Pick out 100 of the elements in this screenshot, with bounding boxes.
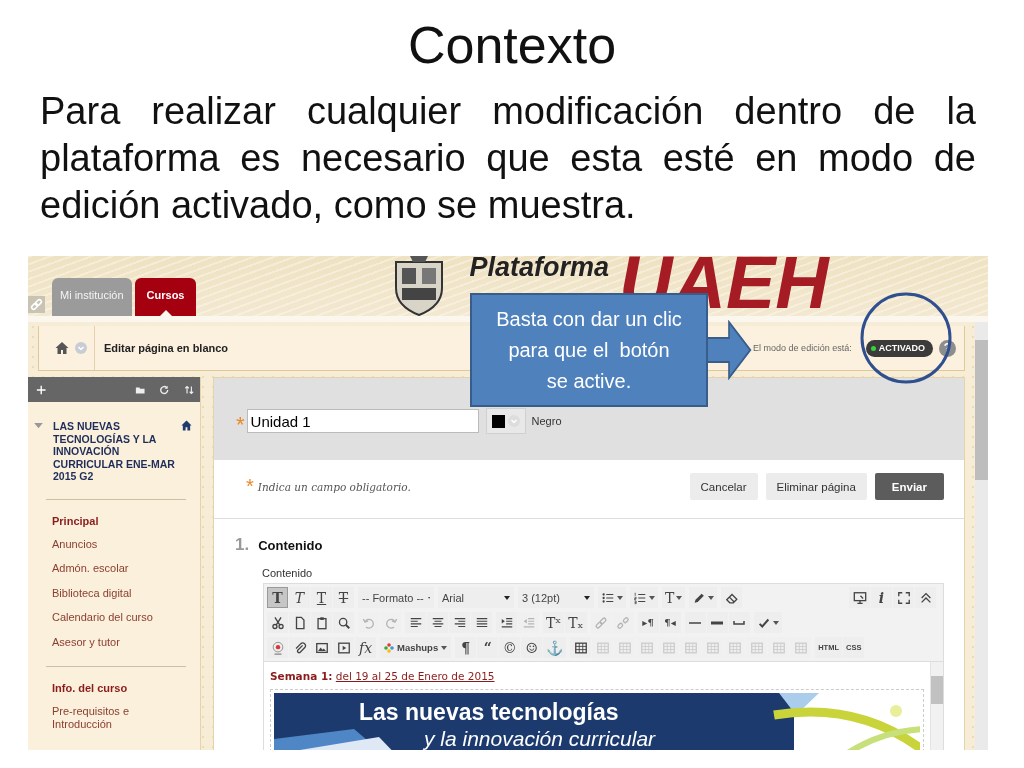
toolbar-button[interactable]: fx: [355, 637, 376, 658]
toolbar-button[interactable]: ¶: [455, 637, 477, 658]
date-link[interactable]: del 19 al 25 de Enero de 2015: [335, 670, 495, 682]
toolbar-button[interactable]: [311, 637, 332, 658]
search-icon: [336, 615, 351, 630]
grid-icon: [771, 640, 786, 655]
toolbar-button[interactable]: ©: [499, 637, 521, 658]
dropdown[interactable]: Arial: [438, 587, 514, 608]
toolbar-button[interactable]: [706, 612, 728, 633]
toolbar-button[interactable]: [721, 587, 743, 608]
plus-icon[interactable]: [36, 383, 47, 396]
toolbar-button[interactable]: [598, 587, 626, 608]
toolbar-button[interactable]: T: [289, 587, 310, 608]
required-mark: *: [246, 475, 254, 498]
toolbar-button[interactable]: [471, 612, 492, 633]
sidebar-link[interactable]: Admón. escolar: [52, 556, 172, 581]
dropdown[interactable]: 3 (12pt): [518, 587, 594, 608]
toolbar-button[interactable]: T: [333, 587, 354, 608]
dropdown[interactable]: Mashups: [380, 637, 452, 658]
align-center-icon: [430, 615, 445, 630]
toolbar-button[interactable]: “: [477, 637, 499, 658]
form-button[interactable]: Cancelar: [689, 473, 758, 500]
dropdown[interactable]: -- Formato --: [358, 587, 434, 608]
slide-paragraph: Para realizar cualquier modificación dentro de la plataforma es necesario que esta esté en modo de edición activado, como se muestra.: [40, 89, 976, 228]
bullet-list-icon: [601, 590, 615, 605]
form-button[interactable]: Eliminar página: [765, 473, 867, 500]
step-number: 1.: [235, 535, 250, 555]
scrollbar[interactable]: [975, 322, 988, 750]
toolbar-button[interactable]: [267, 637, 288, 658]
sidebar-link[interactable]: Pre-requisitos e Introducción: [52, 699, 172, 736]
toolbar-button[interactable]: [893, 587, 914, 608]
home-icon[interactable]: [55, 341, 69, 355]
refresh-icon[interactable]: [159, 383, 170, 396]
grid-icon: [727, 640, 742, 655]
toolbar-button[interactable]: [449, 612, 470, 633]
tab[interactable]: Cursos: [134, 278, 197, 316]
sidebar-link[interactable]: Anuncios: [52, 531, 172, 556]
toolbar-button[interactable]: [728, 612, 750, 633]
toolbar-button[interactable]: [333, 637, 354, 658]
title-field[interactable]: Unidad 1: [246, 409, 479, 433]
sidebar-link[interactable]: Biblioteca digital: [52, 580, 172, 605]
sidebar-link[interactable]: Calendario del curso: [52, 605, 172, 630]
slide-title: Contexto: [406, 15, 618, 76]
toolbar-button[interactable]: [570, 637, 592, 658]
step-title: Contenido: [258, 538, 323, 553]
thick-line-icon: [711, 620, 724, 625]
required-mark: *: [236, 412, 245, 438]
fullscreen-icon: [896, 590, 911, 605]
toolbar-button[interactable]: [630, 587, 658, 608]
toolbar-button[interactable]: T: [267, 587, 288, 608]
toolbar-button[interactable]: [753, 612, 782, 633]
outdent-icon: [521, 615, 536, 630]
toolbar-button[interactable]: [684, 612, 706, 633]
toolbar-button[interactable]: ⚓: [543, 637, 567, 658]
toolbar-button[interactable]: ☺: [521, 637, 543, 658]
sort-icon[interactable]: [183, 383, 194, 396]
grid-icon: [639, 640, 654, 655]
grid-icon: [793, 640, 808, 655]
toolbar-button[interactable]: T: [311, 587, 332, 608]
toolbar-button[interactable]: [267, 612, 288, 633]
color-name: Negro: [531, 415, 562, 427]
toolbar-button[interactable]: ▸¶: [637, 612, 659, 633]
grid-icon: [617, 640, 632, 655]
toolbar-button[interactable]: [405, 612, 426, 633]
callout-arrow: [706, 320, 752, 380]
toolbar-button[interactable]: [427, 612, 448, 633]
color-picker[interactable]: [485, 408, 526, 434]
toolbar-button[interactable]: [289, 637, 310, 658]
toolbar-button[interactable]: [689, 587, 718, 608]
toolbar-button[interactable]: [496, 612, 517, 633]
grid-icon: [683, 640, 698, 655]
play-icon: [336, 640, 351, 655]
edit-mode-label: El modo de edición está:: [753, 343, 852, 353]
grid-icon: [749, 640, 764, 655]
toolbar-button[interactable]: [333, 612, 354, 633]
toolbar-button[interactable]: Tˣ: [543, 612, 565, 633]
required-note: Indica un campo obligatorio.: [257, 480, 411, 493]
scrollbar[interactable]: [930, 662, 943, 750]
edit-mode-toggle[interactable]: ACTIVADO: [865, 339, 933, 357]
line-icon: [689, 620, 702, 625]
home-icon[interactable]: [181, 420, 192, 431]
toolbar-button[interactable]: [289, 612, 310, 633]
toolbar-button[interactable]: ¶◂: [659, 612, 681, 633]
webcam-icon: [270, 640, 285, 655]
banner-subtitle: y la innovación curricular: [424, 727, 656, 750]
align-right-icon: [452, 615, 467, 630]
toolbar-button[interactable]: Tₓ: [565, 612, 587, 633]
form-button[interactable]: Enviar: [874, 473, 944, 500]
toolbar-button[interactable]: T: [662, 587, 686, 608]
toolbar-button[interactable]: [849, 587, 870, 608]
toolbar-button[interactable]: [311, 612, 332, 633]
sidebar-heading: Principal: [52, 513, 99, 528]
numbered-list-icon: [633, 590, 647, 605]
course-title: LAS NUEVAS TECNOLOGÍAS Y LA INNOVACIÓN CURRICULAR ENE-MAR 2015 G2: [53, 420, 176, 483]
toolbar-button[interactable]: [915, 587, 936, 608]
toolbar-button[interactable]: i: [871, 587, 892, 608]
monitor-icon: [852, 590, 867, 605]
sidebar-link[interactable]: Asesor y tutor: [52, 629, 172, 654]
dots-icon: [384, 642, 394, 653]
caret-icon: [504, 595, 510, 600]
